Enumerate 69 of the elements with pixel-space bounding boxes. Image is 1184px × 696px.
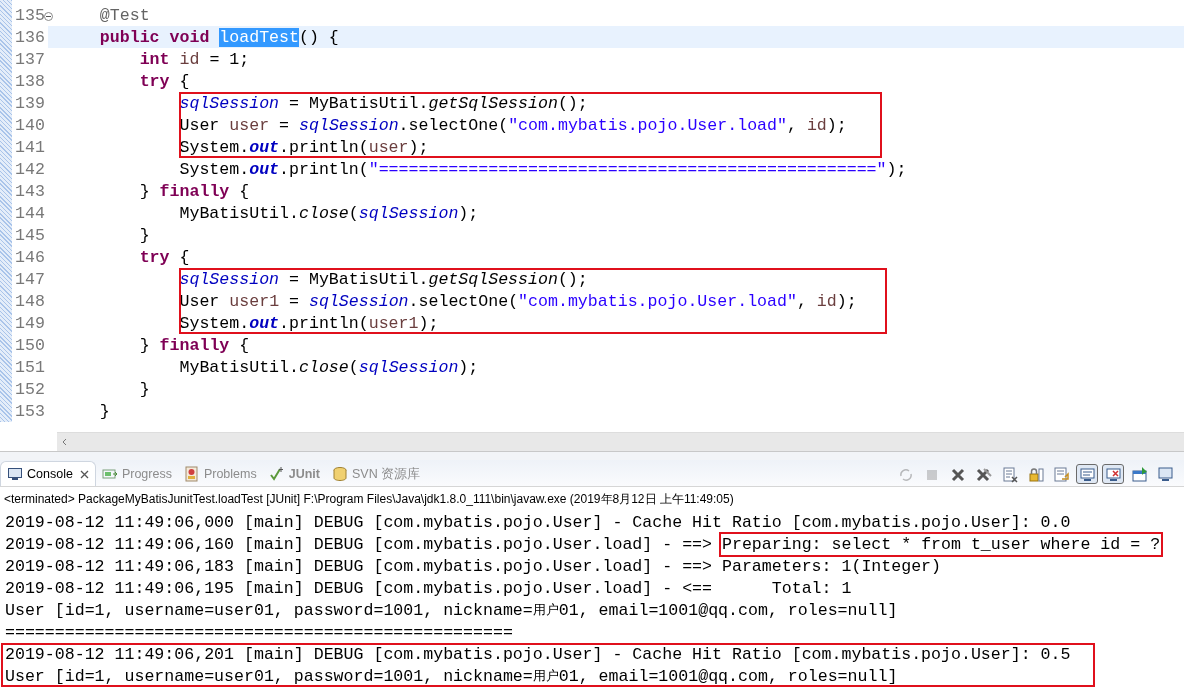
progress-icon [101,466,118,482]
code-line: MyBatisUtil.close(sqlSession); [178,357,479,377]
console-line: 2019-08-12 11:49:06,183 [main] DEBUG [com.mybatis.pojo.User.load] - ==> Parameters: 1(Integer) [5,555,943,577]
line-number: 152 [14,379,46,399]
line-number: 151 [14,357,46,377]
line-number: 145 [14,225,46,245]
console-status: <terminated> PackageMyBatisJunitTest.loadTest [JUnit] F:\Program Files\Java\jdk1.8.0_111\bin\javaw.exe (2019年8月12日 上午11:49:05) [3,491,735,508]
line-number: 141 [14,137,46,157]
line-number: 138 [14,71,46,91]
console-line: 2019-08-12 11:49:06,000 [main] DEBUG [com.mybatis.pojo.User] - Cache Hit Ratio [com.mybatis.pojo.User]: 0.0 [5,511,1072,533]
code-line: System.out.println("=================================================="); [178,159,907,179]
line-number: 142 [14,159,46,179]
database-icon [331,466,348,482]
line-number: 153 [14,401,46,421]
code-line: System.out.println(user); [178,137,429,157]
code-line: @Test [98,5,150,25]
code-line: try { [138,71,190,91]
remove-all-icon [974,465,992,483]
lock-icon [1026,465,1044,483]
line-number: 139 [14,93,46,113]
line-number: 146 [14,247,46,267]
view-tab[interactable]: Progress [95,462,178,486]
code-line: } [98,401,110,421]
console-line: User [id=1, username=user01, password=1001, nickname=用户01, email=1001@qq.com, roles=null] [5,665,899,687]
console-line: =================================================== [5,621,514,643]
pin-icon [1130,465,1148,483]
toolbar-button[interactable] [1076,464,1098,484]
code-line: User user1 = sqlSession.selectOne("com.mybatis.pojo.User.load", id); [178,291,857,311]
code-line: sqlSession = MyBatisUtil.getSqlSession(); [178,93,588,113]
code-line: } [138,225,150,245]
problems-icon [183,466,200,482]
line-number: 144 [14,203,46,223]
line-number: 149 [14,313,46,333]
code-line: User user = sqlSession.selectOne("com.mybatis.pojo.User.load", id); [178,115,847,135]
line-number: 148 [14,291,46,311]
line-number: 140 [14,115,46,135]
console-line: 2019-08-12 11:49:06,160 [main] DEBUG [com.mybatis.pojo.User.load] - ==> Preparing: select * from t_user where id = ? [5,533,1184,555]
line-number: 136 [14,27,46,47]
toolbar-button[interactable] [1102,464,1124,484]
view-tab[interactable]: SVN 资源库 [325,462,427,486]
console-line: 2019-08-12 11:49:06,195 [main] DEBUG [com.mybatis.pojo.User.load] - <== Total: 1 [5,577,853,599]
line-number: 150 [14,335,46,355]
code-line: int id = 1; [138,49,250,69]
console-line: 2019-08-12 11:49:06,201 [main] DEBUG [com.mybatis.pojo.User] - Cache Hit Ratio [com.mybatis.pojo.User]: 0.5 [5,643,1072,665]
show-output-icon [1078,465,1096,483]
word-wrap-icon [1052,465,1070,483]
console-line: User [id=1, username=user01, password=1001, nickname=用户01, email=1001@qq.com, roles=null] [5,599,899,621]
horizontal-scrollbar[interactable] [57,432,1184,451]
line-number: 137 [14,49,46,69]
code-line: MyBatisUtil.close(sqlSession); [178,203,479,223]
line-number: 143 [14,181,46,201]
line-number: 135 [12,5,48,25]
code-line: sqlSession = MyBatisUtil.getSqlSession(); [178,269,588,289]
clear-icon [1000,465,1018,483]
monitor-icon [1156,465,1174,483]
junit-icon [268,466,285,482]
code-line: System.out.println(user1); [178,313,439,333]
view-tab[interactable]: Problems [177,462,263,486]
code-line: } [138,379,150,399]
line-number: 147 [14,269,46,289]
code-line: try { [138,247,190,267]
monitor-icon [7,466,23,482]
code-line: } finally { [138,181,250,201]
code-line: } finally { [138,335,250,355]
view-tab[interactable]: JUnit [262,462,326,486]
close-icon[interactable] [79,469,89,479]
view-tab[interactable]: Console [0,461,96,486]
code-line: public void loadTest() { [98,27,339,47]
show-error-icon [1104,465,1122,483]
